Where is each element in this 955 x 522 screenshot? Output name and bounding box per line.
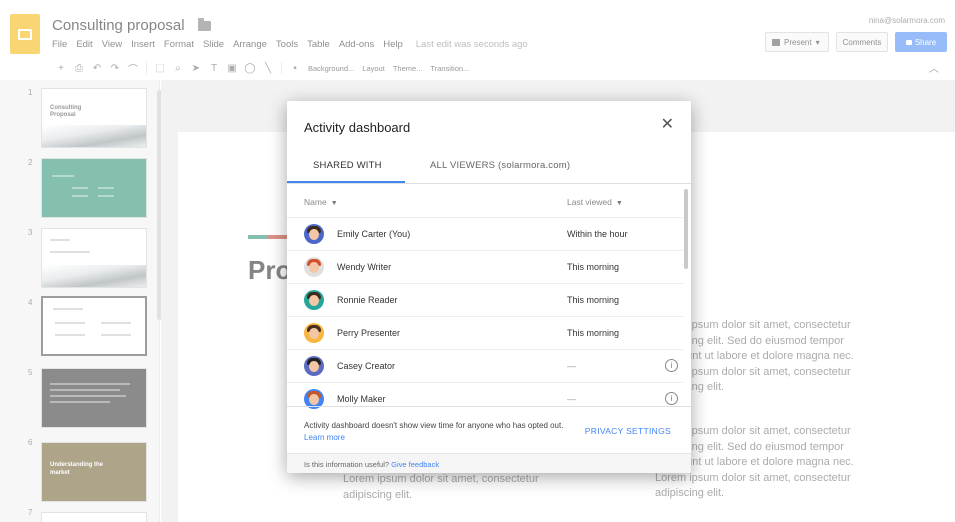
avatar — [304, 323, 324, 343]
viewer-name: Ronnie Reader — [337, 295, 398, 305]
viewer-list: Emily Carter (You) Within the hour Wendy… — [287, 217, 683, 415]
sort-down-icon: ▼ — [330, 200, 338, 207]
activity-dashboard-dialog: Activity dashboard ✕ SHARED WITH ALL VIE… — [287, 101, 691, 473]
tab-all-viewers[interactable]: ALL VIEWERS (solarmora.com) — [430, 160, 570, 171]
last-viewed-value: This morning — [567, 328, 620, 338]
footer-divider — [287, 406, 691, 407]
viewer-name: Molly Maker — [337, 394, 386, 404]
table-row[interactable]: Emily Carter (You) Within the hour — [287, 217, 683, 250]
avatar — [304, 290, 324, 310]
column-label: Name — [304, 197, 327, 207]
avatar — [304, 257, 324, 277]
viewer-name: Emily Carter (You) — [337, 229, 411, 239]
viewer-name: Casey Creator — [337, 361, 396, 371]
info-icon[interactable]: i — [665, 392, 678, 405]
opt-out-text: Activity dashboard doesn't show view tim… — [304, 421, 564, 430]
table-row[interactable]: Casey Creator — i — [287, 349, 683, 382]
info-icon[interactable]: i — [665, 359, 678, 372]
dialog-title: Activity dashboard — [304, 120, 411, 135]
avatar — [304, 224, 324, 244]
close-icon[interactable]: ✕ — [661, 117, 674, 133]
last-viewed-value: — — [567, 361, 576, 371]
give-feedback-link[interactable]: Give feedback — [391, 460, 439, 469]
list-scrollbar[interactable] — [684, 189, 688, 269]
privacy-settings-button[interactable]: PRIVACY SETTINGS — [585, 426, 671, 436]
table-row[interactable]: Perry Presenter This morning — [287, 316, 683, 349]
opt-out-note: Activity dashboard doesn't show view tim… — [304, 420, 564, 444]
table-row[interactable]: Molly Maker — i — [287, 382, 683, 415]
sort-down-icon: ▼ — [615, 200, 623, 207]
last-viewed-value: This morning — [567, 295, 620, 305]
learn-more-link[interactable]: Learn more — [304, 433, 345, 442]
viewer-name: Perry Presenter — [337, 328, 401, 338]
feedback-bar: Is this information useful? Give feedbac… — [287, 453, 691, 473]
last-viewed-value: — — [567, 394, 576, 404]
avatar — [304, 356, 324, 376]
last-viewed-value: Within the hour — [567, 229, 628, 239]
feedback-prompt: Is this information useful? Give feedbac… — [304, 460, 439, 469]
feedback-question: Is this information useful? — [304, 460, 390, 469]
viewer-name: Wendy Writer — [337, 262, 392, 272]
tab-shared-with[interactable]: SHARED WITH — [313, 160, 382, 171]
table-row[interactable]: Wendy Writer This morning — [287, 250, 683, 283]
last-viewed-value: This morning — [567, 262, 620, 272]
tab-divider — [287, 183, 691, 184]
column-header-last-viewed[interactable]: Last viewed ▼ — [567, 197, 623, 207]
table-row[interactable]: Ronnie Reader This morning — [287, 283, 683, 316]
column-header-name[interactable]: Name ▼ — [304, 197, 338, 207]
column-label: Last viewed — [567, 197, 612, 207]
